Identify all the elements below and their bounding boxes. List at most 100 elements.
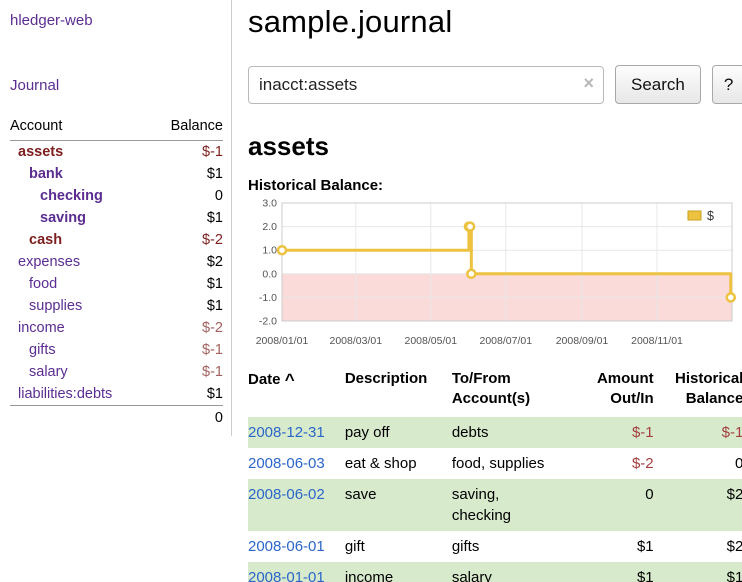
register-balance: $2 xyxy=(656,531,742,562)
x-tick-label: 2008/11/01 xyxy=(631,335,683,347)
account-link[interactable]: cash xyxy=(29,232,62,248)
register-description: save xyxy=(345,479,452,531)
register-balance: $2 xyxy=(656,479,742,531)
account-link[interactable]: liabilities:debts xyxy=(18,386,112,402)
account-balance: $1 xyxy=(151,207,223,229)
account-heading: assets xyxy=(248,131,742,162)
nav-journal-link[interactable]: Journal xyxy=(10,77,59,94)
account-name-cell: cash xyxy=(10,229,151,251)
data-point-marker xyxy=(727,293,735,301)
account-name-cell: saving xyxy=(10,207,151,229)
help-button[interactable]: ? xyxy=(712,65,742,104)
accounts-header-balance: Balance xyxy=(151,116,223,141)
col-amount: Amount Out/In xyxy=(569,367,656,417)
register-date-link[interactable]: 2008-12-31 xyxy=(248,424,325,441)
register-balance: $1 xyxy=(656,562,742,582)
account-name-cell: gifts xyxy=(10,339,151,361)
account-balance: $-1 xyxy=(151,141,223,164)
register-row: 2008-06-03eat & shopfood, supplies$-20 xyxy=(248,448,742,479)
account-balance: $1 xyxy=(151,163,223,185)
account-row: checking 0 xyxy=(10,185,223,207)
register-description: gift xyxy=(345,531,452,562)
y-tick-label: -1.0 xyxy=(259,292,277,304)
register-accounts: gifts xyxy=(452,531,569,562)
register-date-link[interactable]: 2008-01-01 xyxy=(248,569,325,582)
col-description: Description xyxy=(345,367,452,417)
register-amount: 0 xyxy=(569,479,656,531)
account-link[interactable]: bank xyxy=(29,166,63,182)
app-brand-link[interactable]: hledger-web xyxy=(10,12,93,29)
hledger-web-app: hledger-web Journal Account Balance asse… xyxy=(0,0,742,582)
account-row: salary $-1 xyxy=(10,361,223,383)
account-row: assets $-1 xyxy=(10,141,223,164)
historical-balance-chart[interactable]: 3.02.01.00.0-1.0-2.02008/01/012008/03/01… xyxy=(248,198,742,355)
search-button[interactable]: Search xyxy=(615,65,701,104)
chart-svg: 3.02.01.00.0-1.0-2.02008/01/012008/03/01… xyxy=(248,198,738,350)
register-balance: 0 xyxy=(656,448,742,479)
x-tick-label: 2008/07/01 xyxy=(479,335,532,347)
account-balance: $1 xyxy=(151,295,223,317)
register-row: 2008-06-02savesaving, checking0$2 xyxy=(248,479,742,531)
account-balance: $1 xyxy=(151,273,223,295)
search-bar: × Search ? xyxy=(248,65,742,104)
account-link[interactable]: food xyxy=(29,276,57,292)
register-row: 2008-01-01incomesalary$1$1 xyxy=(248,562,742,582)
account-name-cell: assets xyxy=(10,141,151,164)
account-link[interactable]: income xyxy=(18,320,65,336)
col-date[interactable]: Date ^ xyxy=(248,367,345,417)
account-link[interactable]: salary xyxy=(29,364,68,380)
account-link[interactable]: checking xyxy=(40,188,103,204)
account-link[interactable]: gifts xyxy=(29,342,56,358)
register-accounts: food, supplies xyxy=(452,448,569,479)
search-box: × xyxy=(248,66,604,104)
account-row: supplies $1 xyxy=(10,295,223,317)
register-row: 2008-12-31pay offdebts$-1$-1 xyxy=(248,417,742,448)
accounts-total-value: 0 xyxy=(151,406,223,430)
register-description: pay off xyxy=(345,417,452,448)
account-link[interactable]: supplies xyxy=(29,298,82,314)
account-name-cell: salary xyxy=(10,361,151,383)
account-row: liabilities:debts$1 xyxy=(10,383,223,406)
account-link[interactable]: assets xyxy=(18,144,63,160)
account-row: saving $1 xyxy=(10,207,223,229)
search-input[interactable] xyxy=(248,66,604,104)
register-date-link[interactable]: 2008-06-03 xyxy=(248,455,325,472)
accounts-total-row: 0 xyxy=(10,406,223,430)
register-description: income xyxy=(345,562,452,582)
account-balance: $-1 xyxy=(151,361,223,383)
account-name-cell: income xyxy=(10,317,151,339)
account-name-cell: supplies xyxy=(10,295,151,317)
data-point-marker xyxy=(467,270,475,278)
x-tick-label: 2008/03/01 xyxy=(329,335,382,347)
account-link[interactable]: expenses xyxy=(18,254,80,270)
register-date-link[interactable]: 2008-06-02 xyxy=(248,486,325,503)
account-name-cell: liabilities:debts xyxy=(10,383,151,406)
account-row: expenses $2 xyxy=(10,251,223,273)
register-amount: $1 xyxy=(569,531,656,562)
account-row: bank $1 xyxy=(10,163,223,185)
register-description: eat & shop xyxy=(345,448,452,479)
clear-search-icon[interactable]: × xyxy=(583,73,594,94)
account-name-cell: expenses xyxy=(10,251,151,273)
register-date-link[interactable]: 2008-06-01 xyxy=(248,538,325,555)
sidebar: hledger-web Journal Account Balance asse… xyxy=(0,0,232,436)
register-date-cell: 2008-06-01 xyxy=(248,531,345,562)
account-balance: 0 xyxy=(151,185,223,207)
account-balance: $-1 xyxy=(151,339,223,361)
account-link[interactable]: saving xyxy=(40,210,86,226)
register-date-cell: 2008-06-02 xyxy=(248,479,345,531)
account-name-cell: checking xyxy=(10,185,151,207)
x-tick-label: 2008/01/01 xyxy=(256,335,309,347)
register-table: Date ^ Description To/From Account(s) Am… xyxy=(248,367,742,582)
account-balance: $2 xyxy=(151,251,223,273)
data-point-marker xyxy=(278,246,286,254)
register-date-cell: 2008-06-03 xyxy=(248,448,345,479)
accounts-header-account: Account xyxy=(10,116,151,141)
account-name-cell: bank xyxy=(10,163,151,185)
account-row: gifts $-1 xyxy=(10,339,223,361)
register-date-cell: 2008-01-01 xyxy=(248,562,345,582)
accounts-table: Account Balance assets $-1 bank $1 checking 0… xyxy=(10,116,223,429)
register-amount: $-1 xyxy=(569,417,656,448)
col-date-label: Date xyxy=(248,371,281,388)
page-title: sample.journal xyxy=(248,4,742,40)
